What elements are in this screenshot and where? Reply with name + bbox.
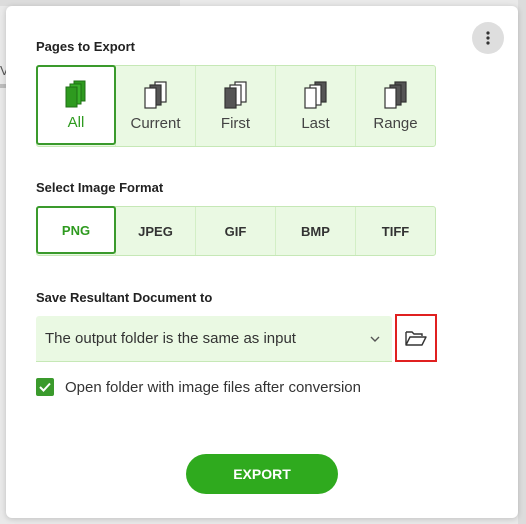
format-option-png[interactable]: PNG [36,206,116,254]
page-option-label: Current [130,114,181,132]
open-folder-checkbox[interactable] [36,378,54,396]
background-scrollbar [518,0,526,524]
first-page-icon [223,80,247,109]
open-folder-label: Open folder with image files after conve… [65,378,361,396]
page-option-label: All [67,113,85,131]
pages-stack-icon [65,80,86,107]
format-option-jpeg[interactable]: JPEG [115,207,195,255]
browse-folder-button[interactable] [395,314,437,362]
open-folder-option[interactable]: Open folder with image files after conve… [36,378,361,396]
export-settings-panel: Pages to Export All Current First Last R… [6,6,518,518]
output-folder-dropdown[interactable]: The output folder is the same as input [36,316,392,362]
last-page-icon [303,80,327,109]
pages-selector: All Current First Last Range [36,65,436,147]
page-option-all[interactable]: All [36,65,116,145]
more-vertical-icon [486,31,490,45]
page-option-current[interactable]: Current [115,66,195,146]
format-option-bmp[interactable]: BMP [275,207,355,255]
chevron-down-icon [370,336,380,342]
page-option-label: First [220,114,251,132]
output-folder-value: The output folder is the same as input [45,330,296,347]
format-selector: PNG JPEG GIF BMP TIFF [36,206,436,256]
folder-open-icon [405,331,427,346]
more-options-button[interactable] [472,22,504,54]
format-option-gif[interactable]: GIF [195,207,275,255]
checkmark-icon [39,382,51,392]
page-option-first[interactable]: First [195,66,275,146]
page-option-label: Range [373,114,418,132]
export-button[interactable]: EXPORT [186,454,338,494]
page-range-icon [383,80,407,109]
pages-to-export-label: Pages to Export [36,39,135,54]
format-option-tiff[interactable]: TIFF [355,207,435,255]
page-option-last[interactable]: Last [275,66,355,146]
page-option-range[interactable]: Range [355,66,435,146]
save-location-label: Save Resultant Document to [36,290,213,305]
image-format-label: Select Image Format [36,180,164,195]
page-option-label: Last [301,114,330,132]
current-page-icon [143,80,167,109]
